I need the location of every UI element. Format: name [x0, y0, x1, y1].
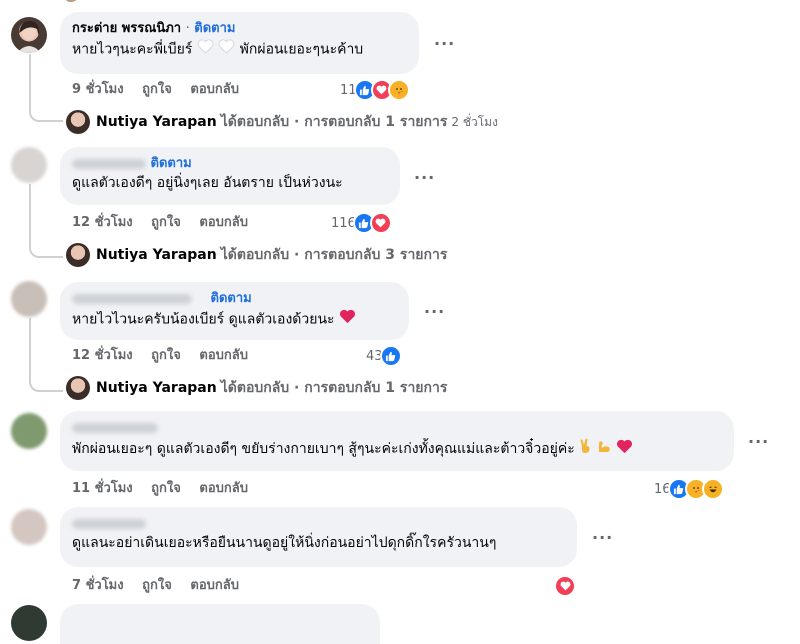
comment-time[interactable]: 12 ชั่วโมง: [72, 215, 133, 230]
avatar: [11, 605, 47, 641]
haha-reaction-icon: [701, 478, 724, 500]
more-options-button[interactable]: ···: [424, 304, 445, 320]
reply-summary[interactable]: Nutiya Yarapan ได้ตอบกลับ · การตอบกลับ 3…: [66, 243, 447, 267]
comment-actions: 12 ชั่วโมง ถูกใจ ตอบกลับ: [72, 215, 262, 231]
avatar: [66, 243, 90, 267]
like-button[interactable]: ถูกใจ: [142, 578, 172, 593]
care-reaction-icon: [387, 79, 410, 101]
avatar[interactable]: [11, 509, 47, 545]
comment-text: ดูแลนะอย่าเดินเยอะหรือยืนนานดูอยู่ให้นิ่…: [72, 535, 497, 551]
reply-button[interactable]: ตอบกลับ: [199, 215, 248, 230]
reply-author-name[interactable]: Nutiya Yarapan: [96, 114, 217, 130]
clipped-avatar-top: [64, 0, 78, 2]
comment-bubble-clipped: [60, 604, 380, 644]
like-button[interactable]: ถูกใจ: [151, 215, 181, 230]
more-options-button[interactable]: ···: [748, 434, 769, 450]
author-name-blurred[interactable]: [72, 422, 158, 433]
thread-line-1: [29, 54, 63, 122]
profile-photo-icon: [17, 20, 41, 53]
more-options-button[interactable]: ···: [414, 170, 435, 186]
avatar[interactable]: [11, 281, 47, 317]
muscle-icon: [597, 440, 616, 458]
white-heart-icon: [197, 39, 218, 58]
reply-button[interactable]: ตอบกลับ: [199, 348, 248, 363]
comment-time[interactable]: 12 ชั่วโมง: [72, 348, 133, 363]
reply-author-name[interactable]: Nutiya Yarapan: [96, 380, 217, 396]
avatar: [66, 376, 90, 400]
reaction-summary[interactable]: 116: [331, 212, 392, 234]
reply-summary[interactable]: Nutiya Yarapan ได้ตอบกลับ · การตอบกลับ 1…: [66, 110, 498, 134]
reaction-summary[interactable]: [554, 575, 576, 597]
separator-dot: ·: [185, 21, 190, 36]
avatar[interactable]: [11, 17, 47, 53]
comment-bubble: พักผ่อนเยอะๆ ดูแลตัวเองดีๆ ขยับร่างกายเบ…: [60, 411, 734, 471]
avatar: [66, 110, 90, 134]
comment-actions: 9 ชั่วโมง ถูกใจ ตอบกลับ: [72, 82, 253, 98]
avatar[interactable]: [11, 147, 47, 183]
author-name[interactable]: กระต่าย พรรณนิภา: [72, 21, 181, 36]
reaction-summary[interactable]: 11: [340, 79, 410, 101]
author-name-blurred[interactable]: [72, 158, 146, 169]
thread-line-3: [29, 318, 63, 392]
reply-count-text: ได้ตอบกลับ · การตอบกลับ 3 รายการ: [220, 247, 448, 263]
author-name-blurred[interactable]: [72, 293, 192, 304]
comment-time[interactable]: 9 ชั่วโมง: [72, 82, 124, 97]
comment-text-suffix: พักผ่อนเยอะๆนะค้าบ: [239, 41, 364, 58]
follow-link[interactable]: ติดตาม: [194, 21, 235, 36]
comment-text: หายไวไวนะครับน้องเบียร์ ดูแลตัวเองด้วยนะ: [72, 311, 335, 328]
white-heart-icon: [218, 39, 239, 58]
comment-text: ดูแลตัวเองดีๆ อยู่นิ่งๆเลย อันตราย เป็นห…: [72, 175, 343, 191]
reply-summary[interactable]: Nutiya Yarapan ได้ตอบกลับ · การตอบกลับ 1…: [66, 376, 447, 400]
like-button[interactable]: ถูกใจ: [151, 481, 181, 496]
like-button[interactable]: ถูกใจ: [151, 348, 181, 363]
love-reaction-icon: [369, 212, 392, 234]
reply-button[interactable]: ตอบกลับ: [190, 82, 239, 97]
comment-bubble: ดูแลนะอย่าเดินเยอะหรือยืนนานดูอยู่ให้นิ่…: [60, 507, 577, 567]
reaction-summary[interactable]: 43: [366, 345, 402, 367]
reply-author-name[interactable]: Nutiya Yarapan: [96, 247, 217, 263]
comment-time[interactable]: 11 ชั่วโมง: [72, 481, 133, 496]
comment-text: หายไวๆนะคะพี่เบียร์: [72, 41, 193, 58]
comment-time[interactable]: 7 ชั่วโมง: [72, 578, 124, 593]
reaction-summary[interactable]: 16: [654, 478, 724, 500]
love-reaction-icon: [554, 575, 576, 597]
red-heart-icon: [616, 439, 633, 458]
reply-time: 2 ชั่วโมง: [451, 114, 498, 129]
victory-hand-icon: [579, 438, 596, 458]
comment-actions: 7 ชั่วโมง ถูกใจ ตอบกลับ: [72, 578, 253, 594]
reply-button[interactable]: ตอบกลับ: [190, 578, 239, 593]
comment-bubble: ติดตาม ดูแลตัวเองดีๆ อยู่นิ่งๆเลย อันตรา…: [60, 147, 400, 205]
comment-bubble: กระต่าย พรรณนิภา · ติดตาม หายไวๆนะคะพี่เ…: [60, 12, 419, 74]
avatar[interactable]: [11, 413, 47, 449]
comment-actions: 11 ชั่วโมง ถูกใจ ตอบกลับ: [72, 481, 262, 497]
red-heart-icon: [339, 309, 356, 328]
like-button[interactable]: ถูกใจ: [142, 82, 172, 97]
more-options-button[interactable]: ···: [434, 36, 455, 52]
follow-link[interactable]: ติดตาม: [151, 156, 192, 171]
follow-link[interactable]: ติดตาม: [211, 291, 252, 306]
comment-bubble: ติดตาม หายไวไวนะครับน้องเบียร์ ดูแลตัวเอ…: [60, 282, 409, 340]
reply-count-text: ได้ตอบกลับ · การตอบกลับ 1 รายการ: [220, 380, 448, 396]
reply-button[interactable]: ตอบกลับ: [199, 481, 248, 496]
comment-actions: 12 ชั่วโมง ถูกใจ ตอบกลับ: [72, 348, 262, 364]
reply-count-text: ได้ตอบกลับ · การตอบกลับ 1 รายการ: [220, 114, 448, 130]
like-reaction-icon: [379, 345, 402, 367]
more-options-button[interactable]: ···: [592, 530, 613, 546]
thread-line-2: [29, 184, 63, 258]
comment-text: พักผ่อนเยอะๆ ดูแลตัวเองดีๆ ขยับร่างกายเบ…: [72, 441, 575, 457]
author-name-blurred[interactable]: [72, 518, 146, 529]
